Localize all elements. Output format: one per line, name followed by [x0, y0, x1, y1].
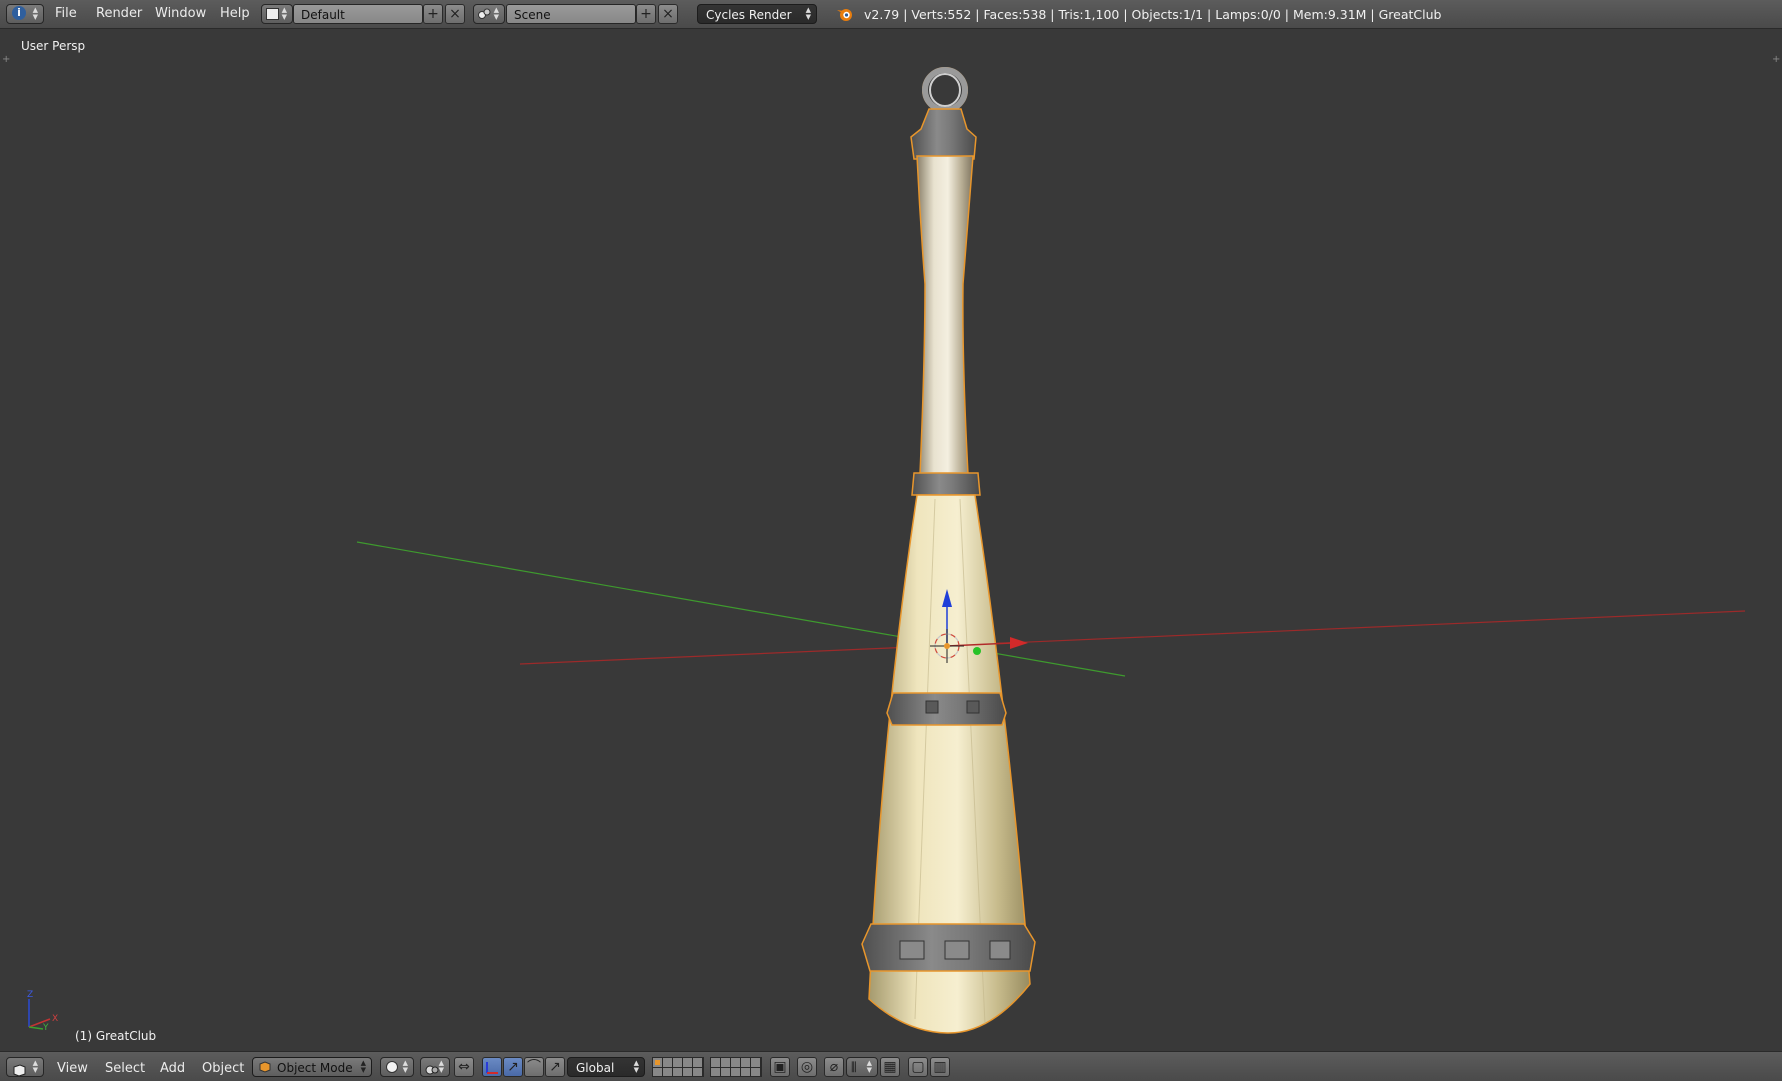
- chevron-updown-icon: ▲ ▼: [402, 1059, 408, 1074]
- info-header: i ▲ ▼ File Render Window Help ▲ ▼ Default …: [0, 0, 1782, 29]
- chevron-updown-icon: ▲ ▼: [493, 6, 499, 21]
- interaction-mode-dropdown[interactable]: Object Mode ▲ ▼: [252, 1057, 372, 1077]
- orientation-label: Global: [576, 1061, 615, 1075]
- add-scene-icon[interactable]: +: [636, 4, 656, 24]
- solid-shading-icon: [386, 1061, 398, 1073]
- gizmo-y-handle[interactable]: [973, 647, 981, 655]
- active-object-label: (1) GreatClub: [75, 1029, 157, 1043]
- menu-view[interactable]: View: [57, 1061, 88, 1076]
- pivot-icon: [425, 1061, 439, 1075]
- close-layout-icon[interactable]: ×: [445, 4, 465, 24]
- chevron-updown-icon: ▲ ▼: [281, 6, 287, 21]
- opengl-render-icon[interactable]: ▦: [880, 1057, 900, 1077]
- translate-icon[interactable]: ↗: [503, 1057, 523, 1077]
- menu-add[interactable]: Add: [160, 1061, 185, 1076]
- snap-increment-icon: ⫼: [851, 1060, 857, 1074]
- handle-band: [911, 472, 981, 496]
- rivet: [944, 940, 970, 960]
- add-layout-icon[interactable]: +: [423, 4, 443, 24]
- transform-orientation-dropdown[interactable]: Global ▲ ▼: [567, 1057, 645, 1077]
- chevron-updown-icon: ▲ ▼: [360, 1059, 366, 1074]
- cube-icon: [12, 1061, 26, 1077]
- scene-stats: v2.79 | Verts:552 | Faces:538 | Tris:1,1…: [864, 7, 1442, 22]
- viewport-canvas: Z X Y + +: [2, 54, 1780, 1034]
- y-axis-line: [356, 541, 1126, 677]
- pivot-point-dropdown[interactable]: ▲ ▼: [420, 1057, 450, 1077]
- mini-z-label: Z: [27, 990, 33, 1000]
- menu-select[interactable]: Select: [105, 1061, 145, 1076]
- view-axis-widget: Z X Y: [27, 990, 58, 1033]
- manipulator-toggle-icon[interactable]: ⇔: [454, 1057, 474, 1077]
- menu-help[interactable]: Help: [220, 6, 250, 21]
- region-toggle-left[interactable]: +: [2, 54, 10, 65]
- handle-shaft: [916, 155, 974, 475]
- chevron-updown-icon: ▲ ▼: [805, 6, 811, 21]
- menu-file[interactable]: File: [55, 6, 77, 21]
- editor-type-button[interactable]: i ▲ ▼: [6, 4, 44, 24]
- object-mode-icon: [259, 1061, 271, 1073]
- greatclub-mesh[interactable]: [861, 67, 1036, 1034]
- chevron-updown-icon: ▲ ▼: [866, 1059, 872, 1074]
- layer-grid-left[interactable]: [652, 1057, 704, 1077]
- mini-x-label: X: [52, 1014, 58, 1024]
- rivet: [899, 940, 925, 960]
- screen-layout-selector[interactable]: ▲ ▼: [261, 4, 293, 24]
- blender-logo-icon: [836, 6, 854, 22]
- render-image-icon[interactable]: ▢: [908, 1057, 928, 1077]
- pommel-cap: [910, 108, 977, 160]
- scene-icon: [478, 8, 491, 20]
- layout-grid-icon: [266, 8, 279, 20]
- proportional-edit-icon[interactable]: ◎: [797, 1057, 817, 1077]
- chevron-updown-icon: ▲ ▼: [32, 1059, 38, 1074]
- info-icon: i: [12, 6, 26, 20]
- region-toggle-right[interactable]: +: [1772, 54, 1780, 65]
- rivet: [989, 940, 1011, 960]
- rivet: [966, 700, 980, 714]
- rotate-icon[interactable]: ⌒: [524, 1057, 544, 1077]
- layout-name-field[interactable]: Default: [293, 4, 423, 24]
- rivet: [925, 700, 939, 714]
- mini-y-label: Y: [42, 1023, 49, 1033]
- chevron-updown-icon: ▲ ▼: [32, 6, 38, 21]
- x-axis-line: [519, 610, 1746, 665]
- lock-layers-icon[interactable]: ▣: [770, 1057, 790, 1077]
- layer-grid-right[interactable]: [710, 1057, 762, 1077]
- mini-y-axis: [28, 1026, 44, 1030]
- object-origin: [944, 643, 950, 649]
- scene-selector[interactable]: ▲ ▼: [473, 4, 505, 24]
- scale-icon[interactable]: ↗: [545, 1057, 565, 1077]
- snap-toggle-icon[interactable]: ⌀: [824, 1057, 844, 1077]
- render-animation-icon[interactable]: ▥: [930, 1057, 950, 1077]
- close-scene-icon[interactable]: ×: [658, 4, 678, 24]
- 3d-view-header: ▲ ▼ View Select Add Object Object Mode ▲ ▼…: [0, 1051, 1782, 1081]
- render-engine-dropdown[interactable]: Cycles Render ▲ ▼: [697, 4, 817, 24]
- transform-manipulator-icon[interactable]: [482, 1057, 502, 1077]
- scene-name-field[interactable]: Scene: [506, 4, 636, 24]
- editor-type-3dview-button[interactable]: ▲ ▼: [6, 1057, 44, 1077]
- render-engine-label: Cycles Render: [706, 8, 792, 22]
- gizmo-x-arrow[interactable]: [1010, 637, 1028, 649]
- viewport-shading-dropdown[interactable]: ▲ ▼: [380, 1057, 414, 1077]
- chevron-updown-icon: ▲ ▼: [633, 1059, 639, 1074]
- menu-render[interactable]: Render: [96, 6, 142, 21]
- chevron-updown-icon: ▲ ▼: [438, 1059, 444, 1074]
- menu-window[interactable]: Window: [155, 6, 206, 21]
- menu-object[interactable]: Object: [202, 1061, 244, 1076]
- snap-element-dropdown[interactable]: ⫼ ▲ ▼: [846, 1057, 878, 1077]
- head-band-upper: [886, 692, 1007, 726]
- mode-label: Object Mode: [277, 1061, 353, 1075]
- 3d-viewport[interactable]: User Persp Z X Y + + (1) GreatClub: [0, 29, 1782, 1051]
